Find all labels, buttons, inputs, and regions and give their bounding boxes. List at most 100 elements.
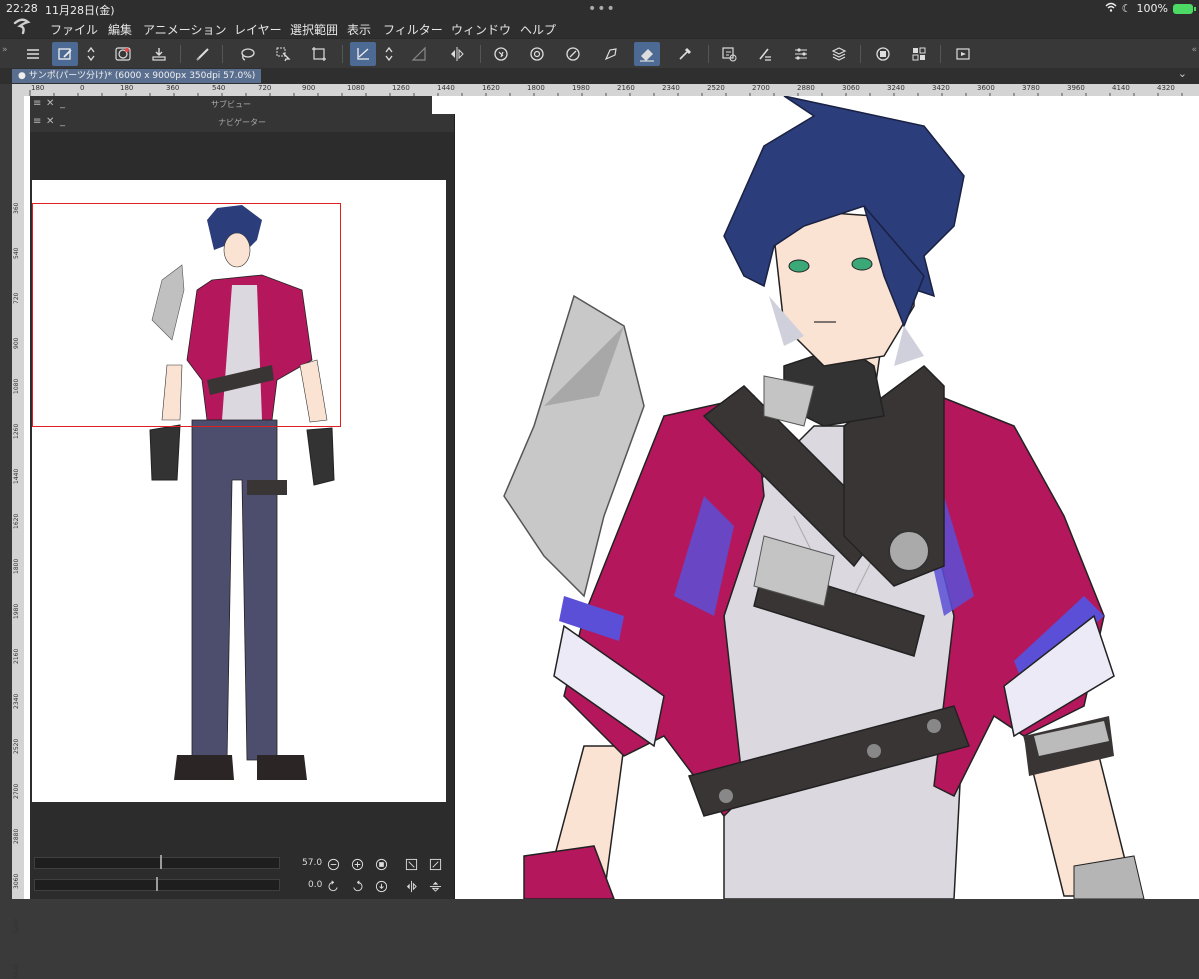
menu-animation[interactable]: アニメーション [143, 21, 227, 38]
toolbar-divider [708, 45, 709, 63]
layer-property-icon[interactable] [716, 42, 742, 66]
status-time: 22:28 [6, 2, 38, 15]
ruler-label: 900 [302, 84, 316, 92]
menu-edit[interactable]: 編集 [108, 21, 132, 38]
flip-horizontal-icon[interactable] [444, 42, 470, 66]
rotate-right-icon[interactable] [350, 879, 364, 893]
ruler-label: 1260 [13, 423, 20, 439]
updown-arrows-icon[interactable] [382, 42, 396, 66]
fit-screen-icon[interactable] [374, 857, 388, 871]
updown-arrows-icon[interactable] [84, 42, 98, 66]
fit-navigator-icon[interactable] [404, 857, 418, 871]
ruler-label: 2340 [13, 693, 20, 709]
collapse-right-icon[interactable]: « [1191, 45, 1197, 55]
menu-layer[interactable]: レイヤー [234, 21, 282, 38]
menu-help[interactable]: ヘルプ [520, 21, 556, 38]
color-set-icon[interactable] [906, 42, 932, 66]
menu-view[interactable]: 表示 [347, 21, 371, 38]
menu-filter[interactable]: フィルター [383, 21, 443, 38]
ruler-horizontal: 180 0 180 360 540 720 900 1080 1260 1440… [0, 84, 1199, 96]
toolbar-divider [480, 45, 481, 63]
rotation-value: 0.0 [308, 880, 323, 890]
menu-icon[interactable] [20, 42, 46, 66]
navigator-preview[interactable] [32, 180, 446, 802]
chevron-down-icon[interactable]: ⌄ [1178, 67, 1187, 80]
ruler-label: 3240 [13, 918, 20, 934]
select-layer-icon[interactable] [270, 42, 296, 66]
color-circle-icon[interactable] [870, 42, 896, 66]
rotate-left-icon[interactable] [326, 879, 340, 893]
ruler-label: 900 [13, 337, 20, 349]
pen-icon[interactable] [190, 42, 216, 66]
battery-icon [1173, 3, 1196, 14]
perspective-ruler-icon[interactable] [406, 42, 432, 66]
ruler-icon[interactable] [350, 42, 376, 66]
reset-rotation-icon[interactable] [374, 879, 388, 893]
wifi-icon [1105, 2, 1117, 15]
battery-percent: 100% [1136, 2, 1168, 15]
zoom-out-icon[interactable] [326, 857, 340, 871]
ruler-label: 2160 [617, 84, 635, 92]
ruler-label: 540 [13, 247, 20, 259]
pen-pressure-icon[interactable] [598, 42, 624, 66]
eyedropper-icon[interactable] [672, 42, 698, 66]
eraser-icon[interactable] [634, 42, 660, 66]
lasso-icon[interactable] [234, 42, 260, 66]
ruler-label: 2520 [13, 738, 20, 754]
layers-icon[interactable] [826, 42, 852, 66]
ruler-label: 3960 [1067, 84, 1085, 92]
ruler-label: 1440 [13, 468, 20, 484]
ruler-label: 3420 [13, 963, 20, 979]
snap-grid-icon[interactable] [560, 42, 586, 66]
flip-vertical-icon[interactable] [428, 879, 442, 893]
ruler-label: 360 [13, 202, 20, 214]
menu-file[interactable]: ファイル [50, 21, 98, 38]
import-icon[interactable] [146, 42, 172, 66]
toolbar-divider [342, 45, 343, 63]
document-tab[interactable]: ● サンポ(パーツ分け)* (6000 x 9000px 350dpi 57.0… [12, 69, 262, 83]
snap-special-ruler-icon[interactable] [524, 42, 550, 66]
fill-window-icon[interactable] [428, 857, 442, 871]
timelapse-icon[interactable] [950, 42, 976, 66]
app-logo-icon[interactable] [12, 17, 32, 35]
snap-icon[interactable] [488, 42, 514, 66]
transform-icon[interactable] [306, 42, 332, 66]
document-tab-bar: ● サンポ(パーツ分け)* (6000 x 9000px 350dpi 57.0… [0, 67, 1199, 84]
ruler-label: 180 [31, 84, 45, 92]
spiral-icon[interactable] [110, 42, 136, 66]
ruler-label: 1620 [482, 84, 500, 92]
status-date: 11月28日(金) [45, 4, 115, 17]
navigator-viewport-frame[interactable] [32, 203, 341, 427]
sliders-icon[interactable] [788, 42, 814, 66]
zoom-slider[interactable] [34, 857, 280, 869]
collapse-left-icon[interactable]: » [2, 45, 8, 55]
menu-selection[interactable]: 選択範囲 [290, 21, 338, 38]
ruler-label: 1980 [13, 603, 20, 619]
zoom-in-icon[interactable] [350, 857, 364, 871]
ruler-label: 2340 [662, 84, 680, 92]
toolbar-divider [860, 45, 861, 63]
subview-title: サブビュー [211, 100, 251, 109]
ruler-label: 1980 [572, 84, 590, 92]
document-tab-title: サンポ(パーツ分け)* (6000 x 9000px 350dpi 57.0%) [28, 71, 256, 81]
multitask-dots-icon[interactable]: ••• [588, 1, 616, 17]
menu-window[interactable]: ウィンドウ [451, 21, 511, 38]
toolbar-divider [940, 45, 941, 63]
ruler-label: 2160 [13, 648, 20, 664]
ruler-ticks [29, 90, 1183, 96]
edit-layer-icon[interactable] [52, 42, 78, 66]
rotation-slider-thumb[interactable] [156, 877, 158, 891]
ruler-label: 3060 [842, 84, 860, 92]
ruler-label: 3060 [13, 873, 20, 889]
ruler-label: 360 [166, 84, 180, 92]
ruler-label: 3420 [932, 84, 950, 92]
ruler-label: 1440 [437, 84, 455, 92]
ruler-label: 540 [212, 84, 226, 92]
ruler-vertical: 360 540 720 900 1080 1260 1440 1620 1800… [12, 96, 24, 979]
zoom-slider-thumb[interactable] [160, 855, 162, 869]
ruler-label: 2880 [13, 828, 20, 844]
tool-property-icon[interactable] [752, 42, 778, 66]
ruler-label: 720 [13, 292, 20, 304]
flip-horizontal-icon[interactable] [404, 879, 418, 893]
navigator-title: ナビゲーター [218, 118, 266, 127]
